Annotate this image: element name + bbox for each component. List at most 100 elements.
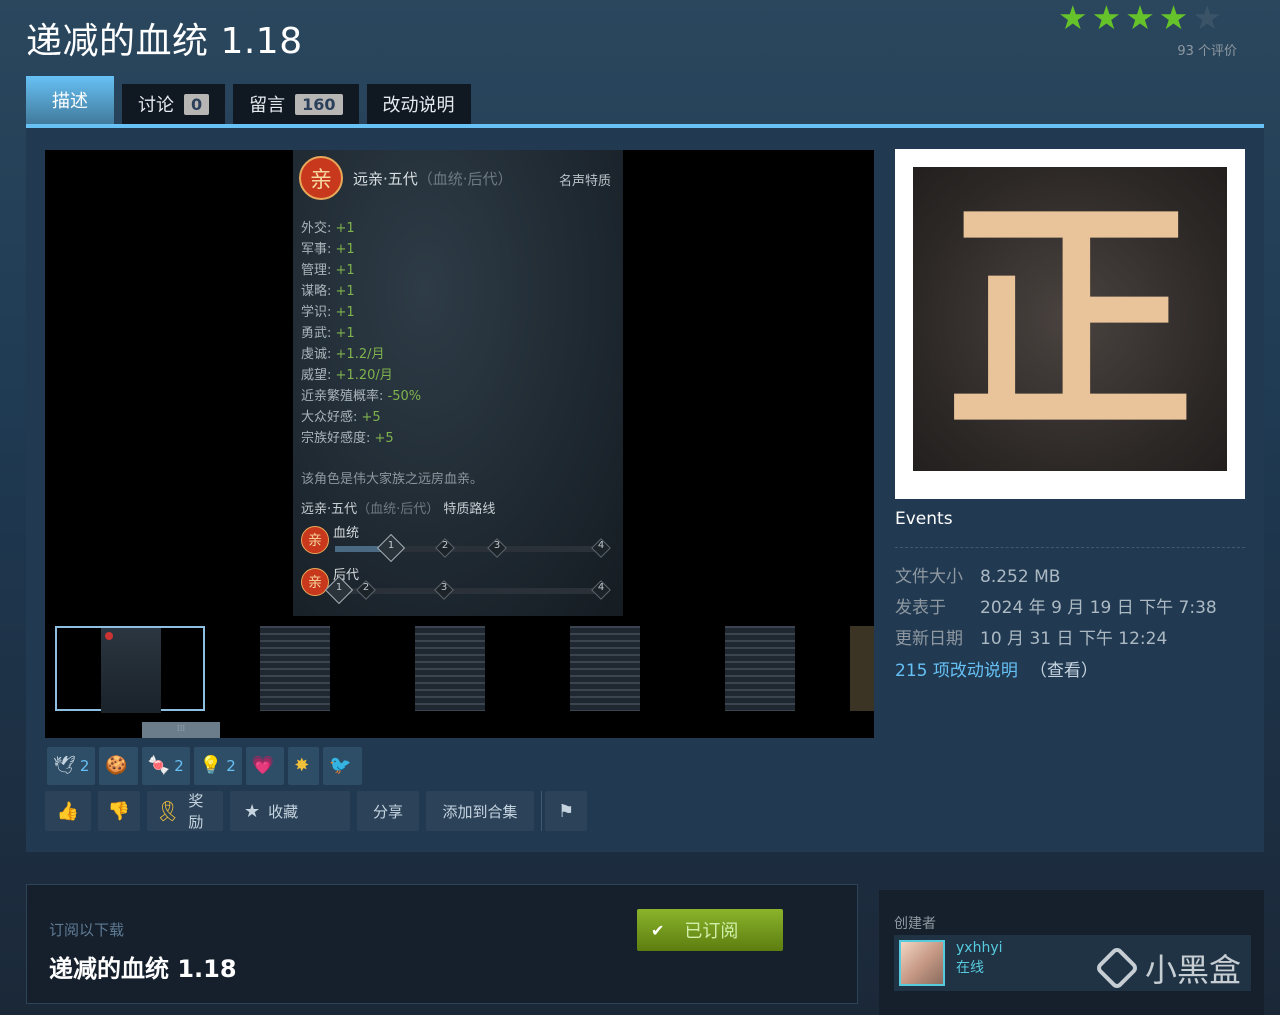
detail-value: 10 月 31 日 下午 12:24 (980, 629, 1168, 649)
track-node-number: 4 (597, 540, 605, 551)
track-node-number: 3 (493, 540, 501, 551)
stat-label: 大众好感: (301, 410, 358, 425)
tag-link-events[interactable]: Events (895, 509, 953, 529)
tab-discussions[interactable]: 讨论 0 (122, 84, 226, 124)
subscribed-button[interactable]: ✔ 已订阅 (637, 909, 783, 951)
stat-row: 勇武: +1 (301, 323, 421, 344)
award-badge[interactable]: ✸ (288, 747, 320, 785)
stat-row: 军事: +1 (301, 239, 421, 260)
trait-description: 该角色是伟大家族之远房血亲。 (301, 472, 484, 487)
calligraphy-image: 正 (913, 167, 1227, 471)
subscribe-item-name: 递减的血统 1.18 (49, 955, 237, 983)
main-screenshot[interactable]: 亲 远亲·五代（血统·后代） 名声特质 外交: +1 军事: +1 管理: +1… (45, 150, 874, 616)
checkmark-icon: ✔ (651, 920, 665, 940)
thumbnail-badge (105, 632, 113, 640)
detail-value: 8.252 MB (980, 567, 1061, 587)
thumbnail-image (415, 626, 485, 711)
award-badge[interactable]: 💗 (245, 747, 285, 785)
detail-row-size: 文件大小 8.252 MB (895, 562, 1217, 593)
tab-label: 改动说明 (382, 95, 455, 116)
route-suffix: 特质路线 (443, 502, 496, 517)
view-change-notes-link[interactable]: （查看） (1030, 661, 1098, 681)
award-count: 2 (174, 757, 184, 775)
track-node-number: 1 (335, 582, 343, 593)
thumbnail-image (725, 626, 795, 711)
route-dim: （血统·后代） (357, 502, 440, 517)
award-badge[interactable]: 🍪 (99, 747, 138, 785)
change-notes-link[interactable]: 215 项改动说明 (895, 661, 1018, 681)
award-badge[interactable]: 🐦 (323, 747, 362, 785)
trait-title-dim: （血统·后代） (417, 169, 513, 188)
stat-row: 虔诚: +1.2/月 (301, 344, 421, 365)
watermark-text: 小黑盒 (1144, 951, 1241, 989)
stat-row: 近亲繁殖概率: -50% (301, 386, 421, 407)
thumbnail-image (260, 626, 330, 711)
tab-count-badge: 160 (295, 93, 343, 115)
trait-badge-icon: 亲 (299, 156, 343, 200)
rating-stars: ★ ★ ★ ★ ★ (1058, 0, 1243, 37)
award-button-label: 奖励 (188, 792, 204, 831)
stat-label: 学识: (301, 305, 332, 320)
action-bar: 👍 👎 🎗 奖励 ★ 收藏 分享 添加到合集 ⚑ (45, 791, 587, 831)
stat-value: +5 (374, 431, 394, 446)
detail-label: 文件大小 (895, 567, 963, 587)
tab-change-notes[interactable]: 改动说明 (366, 84, 471, 124)
award-badge[interactable]: 🍬 2 (141, 747, 190, 785)
thumbnail-selected[interactable] (55, 626, 205, 713)
stat-label: 近亲繁殖概率: (301, 389, 384, 404)
stat-row: 外交: +1 (301, 218, 421, 239)
detail-row-posted: 发表于 2024 年 9 月 19 日 下午 7:38 (895, 593, 1217, 624)
change-notes: 215 项改动说明 （查看） (895, 656, 1098, 681)
stat-label: 威望: (301, 368, 332, 383)
star-icon: ★ (1158, 0, 1189, 37)
thumbs-down-button[interactable]: 👎 (98, 791, 140, 831)
stat-value: +1 (335, 221, 355, 236)
track-node-number: 1 (387, 540, 395, 551)
divider (895, 547, 1245, 548)
add-to-collection-button[interactable]: 添加到合集 (426, 791, 534, 831)
trait-stats: 外交: +1 军事: +1 管理: +1 谋略: +1 学识: +1 勇武: +… (301, 218, 421, 449)
avatar[interactable] (899, 940, 945, 986)
tab-description[interactable]: 描述 (26, 76, 114, 124)
creator-card: yxhhyi 在线 小黑盒 (894, 935, 1251, 991)
creator-name[interactable]: yxhhyi (956, 940, 1003, 956)
stat-value: +1.2/月 (335, 347, 385, 362)
stat-value: +1.20/月 (335, 368, 393, 383)
stat-row: 谋略: +1 (301, 281, 421, 302)
thumbnail[interactable] (520, 626, 670, 711)
rating-count: 93 个评价 (1177, 44, 1237, 59)
creator-title: 创建者 (894, 916, 936, 932)
thumbnail-scrollbar[interactable]: ⁞⁞⁞ (45, 720, 874, 738)
tab-label: 留言 (249, 95, 286, 116)
award-badge[interactable]: 🕊 2 (47, 747, 96, 785)
cookie-award-icon: 🍪 (105, 755, 128, 776)
award-badge[interactable]: 💡 2 (193, 747, 242, 785)
favorite-button[interactable]: ★ 收藏 (230, 791, 350, 831)
award-button[interactable]: 🎗 奖励 (147, 791, 223, 831)
sparkle-award-icon: ✸ (294, 755, 310, 776)
trait-tooltip: 亲 远亲·五代（血统·后代） 名声特质 外交: +1 军事: +1 管理: +1… (293, 150, 623, 616)
scrollbar-handle[interactable]: ⁞⁞⁞ (142, 722, 220, 738)
stat-row: 威望: +1.20/月 (301, 365, 421, 386)
bird-award-icon: 🐦 (329, 755, 352, 776)
thumbnail[interactable] (830, 626, 874, 711)
thumbnail[interactable] (675, 626, 825, 711)
thumbnail[interactable] (210, 626, 360, 711)
star-icon: ★ (1125, 0, 1155, 37)
stat-label: 勇武: (301, 326, 332, 341)
track-bloodline: 亲 血统 1 2 3 4 (301, 522, 611, 563)
thumbnail[interactable] (365, 626, 515, 711)
candy-award-icon: 🍬 (147, 755, 171, 776)
thumbs-up-button[interactable]: 👍 (45, 791, 91, 831)
favorite-button-label: 收藏 (268, 802, 299, 821)
tab-comments[interactable]: 留言 160 (233, 84, 359, 124)
trait-mini-badge-icon: 亲 (301, 526, 329, 554)
report-button[interactable]: ⚑ (545, 791, 587, 831)
stat-value: +1 (335, 305, 355, 320)
stat-label: 谋略: (301, 284, 332, 299)
separator (541, 791, 542, 831)
thumbnail-image (101, 628, 161, 713)
thumbs-down-icon: 👎 (107, 800, 131, 822)
detail-row-updated: 更新日期 10 月 31 日 下午 12:24 (895, 624, 1217, 655)
share-button[interactable]: 分享 (357, 791, 419, 831)
